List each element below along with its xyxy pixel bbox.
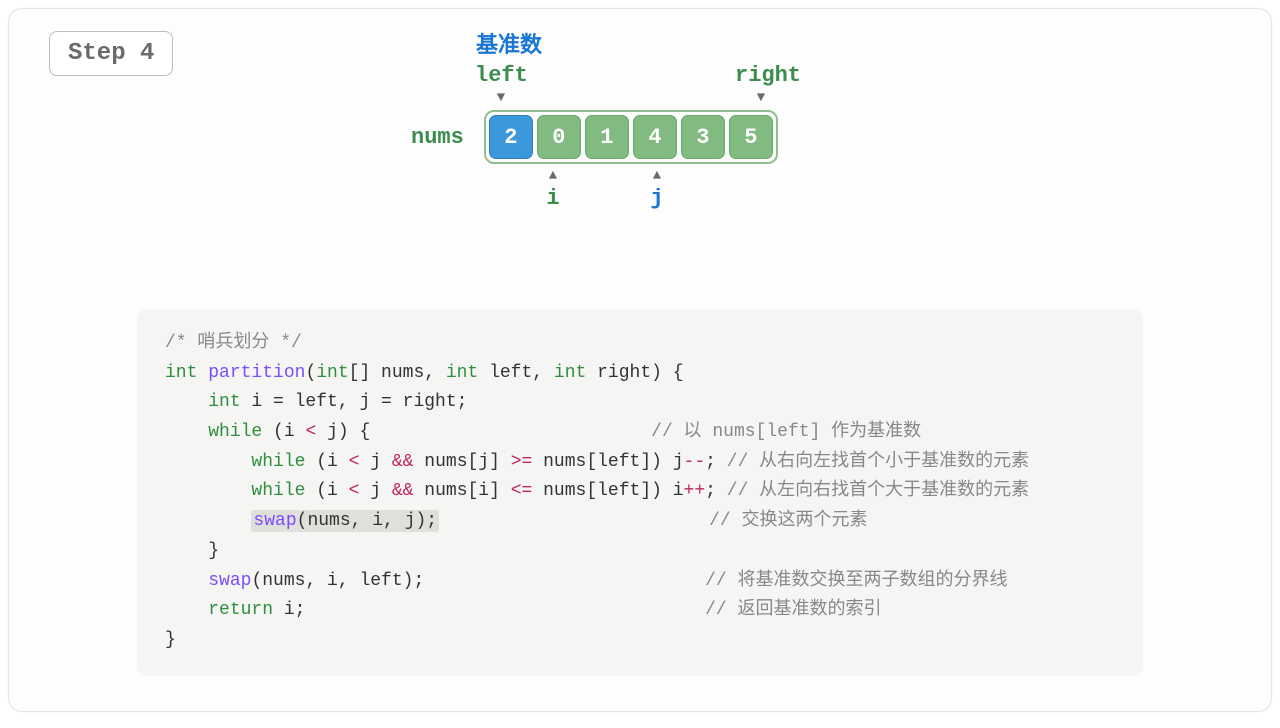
array-border: 2 0 1 4 3 5 (484, 110, 778, 164)
up-arrow-icon: ▲ (527, 168, 579, 184)
code-text: (nums, i, j); (297, 511, 437, 531)
kw-int: int (554, 363, 586, 383)
kw-int: int (208, 392, 240, 412)
code-text: (nums, i, left); (251, 571, 424, 591)
array-cell-2: 1 (585, 115, 629, 159)
kw-int: int (316, 363, 348, 383)
kw-while: while (251, 481, 305, 501)
ptr-col-1 (527, 63, 579, 106)
op-inc: ++ (684, 481, 706, 501)
j-label: j (631, 186, 683, 211)
code-text: nums[left]) j (532, 452, 683, 472)
code-text: } (165, 630, 176, 650)
kw-while: while (251, 452, 305, 472)
code-text: } (208, 541, 219, 561)
code-text: i = left, j = right; (241, 392, 468, 412)
up-arrow-icon: ▲ (631, 168, 683, 184)
code-text: ; (705, 452, 716, 472)
code-text: right) { (586, 363, 683, 383)
code-text: (i (262, 422, 305, 442)
code-comment: /* 哨兵划分 */ (165, 333, 302, 353)
right-label: right (735, 63, 787, 88)
code-text: left, (478, 363, 554, 383)
op-ge: >= (511, 452, 533, 472)
top-pointer-row: left ▼ right ▼ (475, 63, 787, 106)
code-pre: /* 哨兵划分 */ int partition(int[] nums, int… (165, 329, 1115, 656)
code-comment: // 交换这两个元素 (709, 511, 867, 531)
highlighted-line: swap(nums, i, j); (251, 510, 439, 532)
slide-frame: Step 4 基准数 left ▼ right ▼ nums (8, 8, 1272, 712)
kw-int: int (165, 363, 197, 383)
code-text: i; (273, 600, 305, 620)
op-and: && (392, 452, 414, 472)
fn-swap: swap (253, 511, 296, 531)
diagram-inner: 基准数 left ▼ right ▼ nums 2 0 (493, 27, 787, 211)
ij-col-1: ▲ i (527, 168, 579, 211)
op-and: && (392, 481, 414, 501)
array-cell-5: 5 (729, 115, 773, 159)
ij-col-4 (683, 168, 735, 211)
op-lt: < (349, 481, 360, 501)
kw-return: return (208, 600, 273, 620)
ij-col-3: ▲ j (631, 168, 683, 211)
code-comment: // 从左向右找首个大于基准数的元素 (727, 481, 1029, 501)
ij-col-2 (579, 168, 631, 211)
op-lt: < (305, 422, 316, 442)
array-cell-0: 2 (489, 115, 533, 159)
op-dec: -- (684, 452, 706, 472)
pivot-label: 基准数 (476, 27, 787, 59)
code-text: [] nums, (349, 363, 446, 383)
code-text: ; (705, 481, 716, 501)
code-text: j (359, 452, 391, 472)
array-row: nums 2 0 1 4 3 5 (411, 110, 787, 164)
fn-partition: partition (208, 363, 305, 383)
ptr-col-5: right ▼ (735, 63, 787, 106)
array-cell-4: 3 (681, 115, 725, 159)
code-text: j (359, 481, 391, 501)
ptr-col-0: left ▼ (475, 63, 527, 106)
op-le: <= (511, 481, 533, 501)
code-comment: // 将基准数交换至两子数组的分界线 (705, 571, 1007, 591)
ptr-col-3 (631, 63, 683, 106)
ptr-col-2 (579, 63, 631, 106)
ij-row: ▲ i ▲ j (475, 168, 787, 211)
array-cell-3: 4 (633, 115, 677, 159)
array-diagram: 基准数 left ▼ right ▼ nums 2 0 (9, 27, 1271, 216)
op-lt: < (349, 452, 360, 472)
code-text: nums[left]) i (532, 481, 683, 501)
code-comment: // 从右向左找首个小于基准数的元素 (727, 452, 1029, 472)
ij-col-0 (475, 168, 527, 211)
kw-while: while (208, 422, 262, 442)
code-comment: // 返回基准数的索引 (705, 600, 881, 620)
code-block: /* 哨兵划分 */ int partition(int[] nums, int… (137, 309, 1143, 676)
nums-label: nums (411, 125, 464, 150)
ptr-col-4 (683, 63, 735, 106)
kw-int: int (446, 363, 478, 383)
code-text: (i (305, 481, 348, 501)
code-text: j) { (316, 422, 370, 442)
code-text: (i (305, 452, 348, 472)
array-cell-1: 0 (537, 115, 581, 159)
left-label: left (475, 63, 527, 88)
code-comment: // 以 nums[left] 作为基准数 (651, 422, 921, 442)
down-arrow-icon: ▼ (475, 90, 527, 106)
code-text: nums[j] (413, 452, 510, 472)
code-text: nums[i] (413, 481, 510, 501)
fn-swap: swap (208, 571, 251, 591)
ij-col-5 (735, 168, 787, 211)
i-label: i (527, 186, 579, 211)
down-arrow-icon: ▼ (735, 90, 787, 106)
